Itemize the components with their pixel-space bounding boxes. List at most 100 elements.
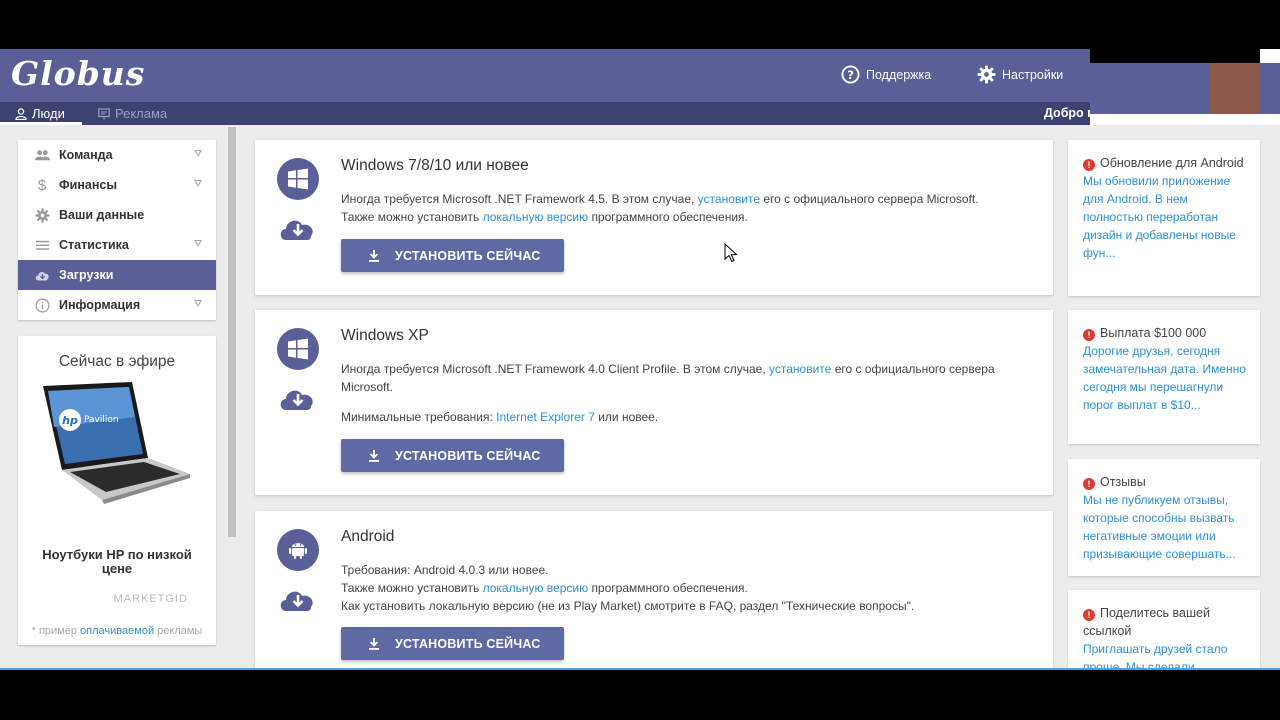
card-description: Иногда требуется Microsoft .NET Framewor… — [341, 190, 1031, 226]
paid-ads-link[interactable]: оплачиваемой — [80, 625, 154, 637]
ad-caption[interactable]: Ноутбуки HP по низкой цене — [28, 548, 206, 576]
sidebar-item-downloads[interactable]: Загрузки — [18, 260, 216, 290]
chevron-down-icon — [194, 300, 202, 307]
ad-network-brand: MARKETGID — [113, 593, 188, 605]
scrollbar-thumb[interactable] — [228, 127, 236, 537]
sidebar-item-label: Команда — [59, 148, 113, 162]
download-card-android: Android Требования: Android 4.0.3 или но… — [255, 511, 1053, 670]
news-title-text: Отзывы — [1100, 475, 1146, 489]
text: Как установить локальную версию (не из P… — [341, 599, 915, 613]
alert-icon: ! — [1083, 159, 1095, 171]
text: его с официального сервера Microsoft. — [763, 192, 979, 206]
support-label: Поддержка — [866, 67, 932, 82]
sidebar-item-your-data[interactable]: Ваши данные — [18, 200, 216, 230]
news-title: ! Выплата $100 000 — [1083, 324, 1246, 342]
video-overlay-bar — [1090, 49, 1260, 63]
news-title: ! Поделитесь вашей ссылкой — [1083, 604, 1246, 640]
bottom-divider — [0, 668, 1280, 670]
settings-link[interactable]: Настройки — [977, 65, 1063, 84]
cloud-icon — [34, 267, 50, 283]
news-item[interactable]: ! Выплата $100 000 Дорогие друзья, сегодн… — [1068, 310, 1260, 444]
sidebar-item-finance[interactable]: $ Финансы — [18, 170, 216, 200]
tab-people[interactable]: Люди — [15, 106, 65, 121]
news-item[interactable]: ! Отзывы Мы не публикуем отзывы, которые … — [1068, 459, 1260, 576]
ad-note: * пример оплачиваемой рекламы — [18, 625, 216, 637]
sidebar-item-team[interactable]: Команда — [18, 140, 216, 170]
download-card-windows-xp: Windows XP Иногда требуется Microsoft .N… — [255, 310, 1053, 495]
active-tab-indicator — [0, 122, 82, 125]
news-title-text: Поделитесь вашей ссылкой — [1083, 606, 1210, 638]
news-body[interactable]: Дорогие друзья, сегодня замечательная да… — [1083, 342, 1246, 414]
sidebar-item-label: Финансы — [59, 178, 118, 192]
list-icon — [34, 237, 50, 253]
logo[interactable]: Globus — [11, 54, 145, 93]
alert-icon: ! — [1083, 609, 1095, 621]
news-title: ! Обновление для Android — [1083, 154, 1246, 172]
download-icon — [369, 637, 379, 650]
sidebar-item-statistics[interactable]: Статистика — [18, 230, 216, 260]
install-now-button[interactable]: УСТАНОВИТЬ СЕЙЧАС — [341, 627, 564, 660]
news-title: ! Отзывы — [1083, 473, 1246, 491]
windows-icon — [277, 158, 319, 200]
install-framework-link[interactable]: установите — [769, 362, 831, 376]
sidebar-item-label: Ваши данные — [59, 208, 145, 222]
android-icon — [277, 529, 319, 571]
button-label: УСТАНОВИТЬ СЕЙЧАС — [395, 448, 541, 463]
sidebar-item-info[interactable]: Информация — [18, 290, 216, 320]
person-icon — [15, 107, 27, 120]
ad-title: Сейчас в эфире — [58, 353, 176, 370]
support-link[interactable]: ? Поддержка — [841, 65, 931, 84]
ad-widget: Сейчас в эфире hp Pavilion Ноутбуки HP п… — [18, 336, 216, 645]
billboard-icon — [98, 107, 110, 119]
cloud-download-icon[interactable] — [278, 215, 318, 241]
button-label: УСТАНОВИТЬ СЕЙЧАС — [395, 636, 541, 651]
text: или новее. — [598, 410, 659, 424]
news-title-text: Обновление для Android — [1100, 156, 1244, 170]
install-now-button[interactable]: УСТАНОВИТЬ СЕЙЧАС — [341, 439, 564, 472]
internet-explorer-link[interactable]: Internet Explorer 7 — [496, 410, 595, 424]
chevron-down-icon — [194, 240, 202, 247]
team-icon — [34, 147, 50, 163]
windows-icon — [277, 328, 319, 370]
text: Также можно установить — [341, 210, 480, 224]
news-title-text: Выплата $100 000 — [1100, 326, 1207, 340]
sub-nav: Люди Реклама Добро п — [0, 102, 1280, 125]
chevron-down-icon — [194, 150, 202, 157]
card-title: Windows XP — [341, 327, 429, 344]
cloud-download-icon[interactable] — [278, 586, 318, 612]
install-now-button[interactable]: УСТАНОВИТЬ СЕЙЧАС — [341, 239, 564, 272]
tab-ads-label: Реклама — [115, 106, 168, 121]
local-version-link[interactable]: локальную версию — [483, 210, 589, 224]
alert-icon: ! — [1083, 329, 1095, 341]
news-body[interactable]: Мы не публикуем отзывы, которые способны… — [1083, 491, 1246, 563]
top-bar: Globus ? Поддержка Настройки — [0, 49, 1280, 102]
news-body[interactable]: Мы обновили приложение для Android. В не… — [1083, 172, 1246, 262]
button-label: УСТАНОВИТЬ СЕЙЧАС — [395, 248, 541, 263]
text: Иногда требуется Microsoft .NET Framewor… — [341, 192, 695, 206]
sidebar-item-label: Статистика — [59, 238, 129, 252]
download-icon — [369, 249, 379, 262]
mouse-cursor — [724, 243, 738, 263]
news-item[interactable]: ! Обновление для Android Мы обновили прил… — [1068, 140, 1260, 296]
local-version-link[interactable]: локальную версию — [483, 581, 589, 595]
tab-ads[interactable]: Реклама — [98, 106, 167, 121]
svg-text:hp: hp — [62, 414, 78, 427]
install-framework-link[interactable]: установите — [698, 192, 760, 206]
laptop-image[interactable]: hp Pavilion — [40, 382, 194, 504]
svg-text:?: ? — [847, 68, 854, 82]
alert-icon: ! — [1083, 478, 1095, 490]
dollar-icon: $ — [37, 176, 47, 194]
gear-icon — [34, 207, 50, 223]
text: Требования: Android 4.0.3 или новее. — [341, 563, 549, 577]
help-icon: ? — [841, 65, 860, 84]
ad-note-suffix: рекламы — [157, 625, 203, 637]
cloud-download-icon[interactable] — [278, 385, 318, 411]
welcome-text: Добро п — [1044, 106, 1095, 120]
news-item[interactable]: ! Поделитесь вашей ссылкой Приглашать дру… — [1068, 590, 1260, 670]
ad-note-prefix: * пример — [31, 625, 77, 637]
card-title: Windows 7/8/10 или новее — [341, 157, 529, 174]
info-icon — [34, 297, 50, 313]
app-window: Globus ? Поддержка Настройки Люди Реклам… — [0, 49, 1280, 670]
webcam-thumbnail — [1210, 63, 1260, 114]
news-body[interactable]: Приглашать друзей стало проще. Мы сделал… — [1083, 640, 1246, 670]
